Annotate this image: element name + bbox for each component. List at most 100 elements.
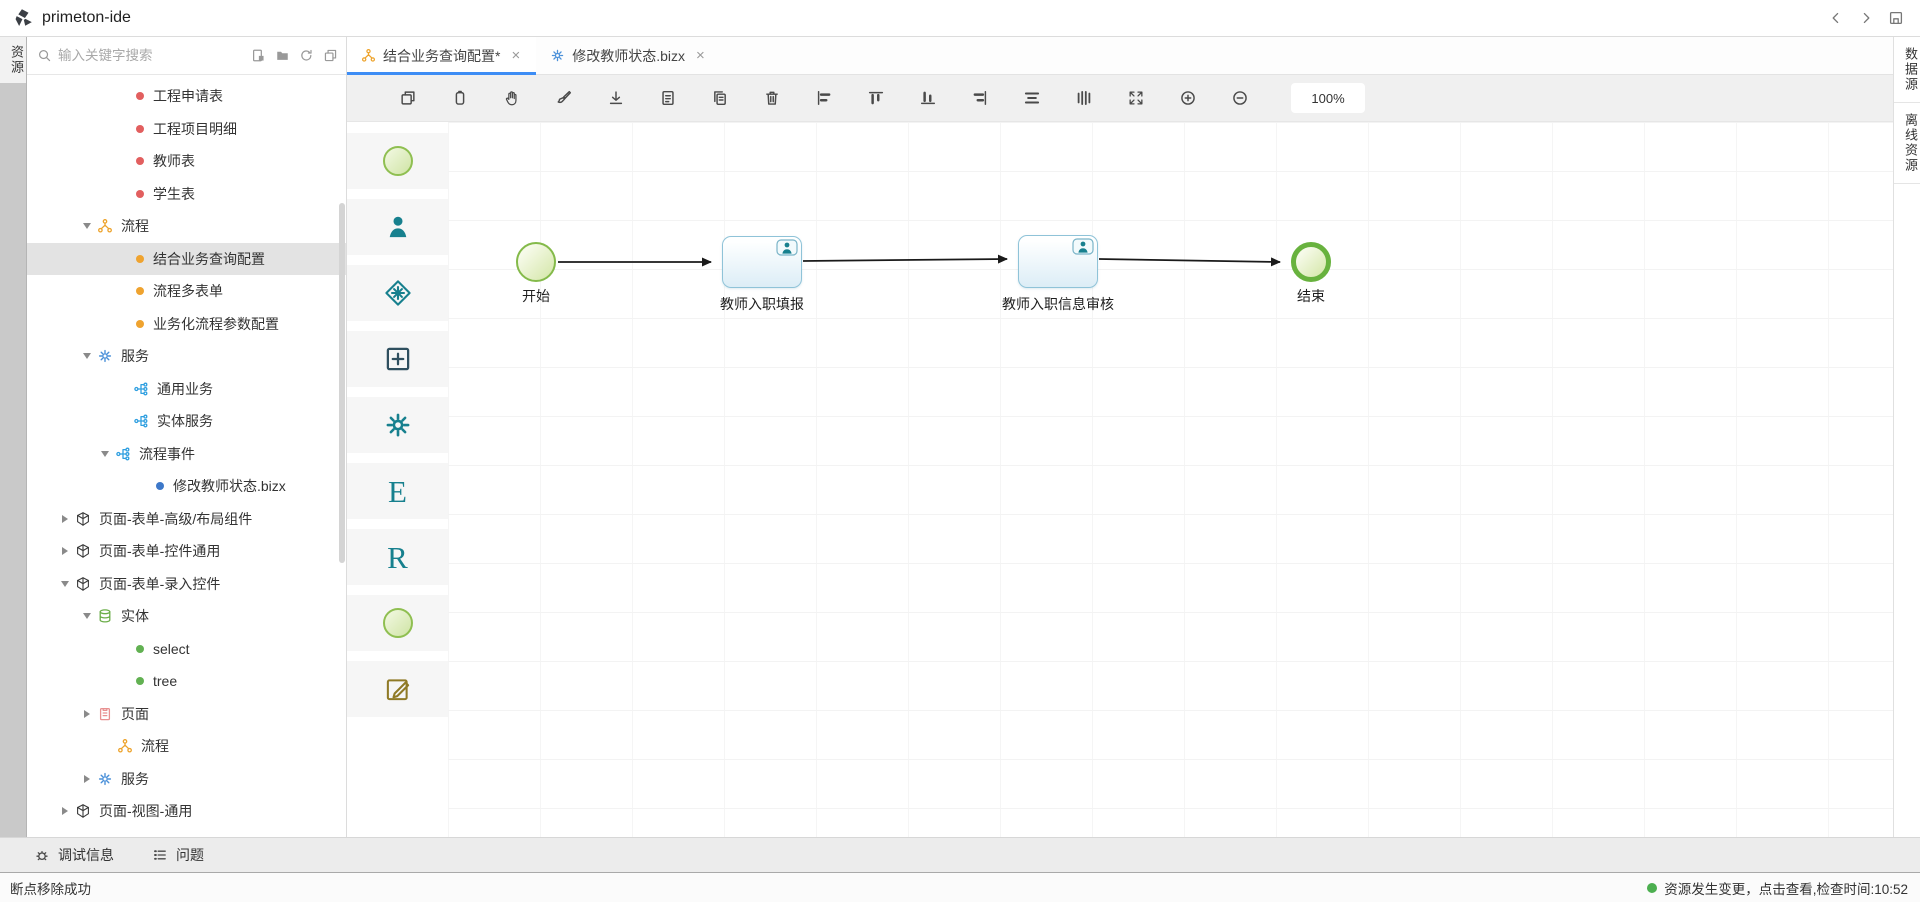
tree-item[interactable]: 服务 <box>27 340 346 373</box>
palette-service-task[interactable] <box>347 397 448 453</box>
search-input[interactable] <box>58 48 251 63</box>
bottom-tab[interactable]: 问题 <box>152 845 204 865</box>
duplicate-button[interactable] <box>711 89 729 107</box>
palette-start-event[interactable] <box>347 133 448 189</box>
flow-node-user-task[interactable] <box>1018 235 1098 288</box>
flow-edge[interactable] <box>803 259 1007 261</box>
flow-node-label: 教师入职填报 <box>720 294 804 314</box>
tree-scrollbar[interactable] <box>339 203 345 563</box>
palette-end-event[interactable] <box>347 595 448 651</box>
no-arrow <box>117 154 132 169</box>
tree-item[interactable]: 服务 <box>27 763 346 796</box>
tree-item[interactable]: 工程项目明细 <box>27 113 346 146</box>
tree-item[interactable]: 结合业务查询配置 <box>27 243 346 276</box>
tree-item[interactable]: 实体 <box>27 600 346 633</box>
tree-item[interactable]: 页面-表单-控件通用 <box>27 535 346 568</box>
app-logo-icon <box>12 7 34 29</box>
flow-node-start-event[interactable] <box>516 242 556 282</box>
resource-change-message[interactable]: 资源发生变更，点击查看,检查时间:10:52 <box>1664 878 1908 898</box>
forward-icon[interactable] <box>1858 10 1874 26</box>
zoom-level-indicator[interactable]: 100% <box>1291 83 1365 113</box>
tree-expand-arrow[interactable] <box>57 544 72 559</box>
tree-expand-arrow[interactable] <box>57 576 72 591</box>
tree-expand-arrow[interactable] <box>57 511 72 526</box>
document-button[interactable] <box>659 89 677 107</box>
tree-item[interactable]: select <box>27 633 346 666</box>
no-arrow <box>117 316 132 331</box>
tree-item-label: 实体服务 <box>157 411 213 431</box>
tree-expand-arrow[interactable] <box>79 706 94 721</box>
tree-item[interactable]: 流程多表单 <box>27 275 346 308</box>
align-left-button[interactable] <box>815 89 833 107</box>
tree-expand-arrow[interactable] <box>79 609 94 624</box>
flow-node-user-task[interactable] <box>722 236 802 288</box>
tree-item[interactable]: 页面-表单-高级/布局组件 <box>27 503 346 536</box>
palette-gateway[interactable] <box>347 265 448 321</box>
zoom-out-button[interactable] <box>1231 89 1249 107</box>
locate-file-icon[interactable] <box>251 48 266 63</box>
editor-tab-bar: 结合业务查询配置*×修改教师状态.bizx× <box>347 37 1893 75</box>
pan-hand-button[interactable] <box>503 89 521 107</box>
tree-item[interactable]: 页面 <box>27 698 346 731</box>
collapse-all-icon[interactable] <box>323 48 338 63</box>
close-tab-icon[interactable]: × <box>511 47 520 64</box>
tree-expand-arrow[interactable] <box>57 804 72 819</box>
palette-edit-node[interactable] <box>347 661 448 717</box>
tree-item-label: 服务 <box>121 346 149 366</box>
rail-tab-resources[interactable]: 资源 <box>0 37 26 83</box>
resource-explorer: 工程申请表工程项目明细教师表学生表流程结合业务查询配置流程多表单业务化流程参数配… <box>27 37 347 837</box>
tree-item[interactable]: 通用业务 <box>27 373 346 406</box>
rail-tab-offline-resources[interactable]: 离线资源 <box>1894 103 1920 184</box>
palette-user-task[interactable] <box>347 199 448 255</box>
tree-item[interactable]: 工程申请表 <box>27 80 346 113</box>
flow-edge[interactable] <box>1099 259 1280 262</box>
palette-rule-r[interactable]: R <box>347 529 448 585</box>
tree-item[interactable]: 页面-表单-录入控件 <box>27 568 346 601</box>
tree-item[interactable]: tree <box>27 665 346 698</box>
tree-expand-arrow[interactable] <box>79 771 94 786</box>
bottom-tab-label: 调试信息 <box>58 845 114 865</box>
rail-tab-datasource[interactable]: 数据源 <box>1894 37 1920 103</box>
no-arrow <box>117 251 132 266</box>
align-bottom-button[interactable] <box>919 89 937 107</box>
editor-tab[interactable]: 修改教师状态.bizx× <box>536 37 721 74</box>
tree-item[interactable]: 业务化流程参数配置 <box>27 308 346 341</box>
distribute-vertical-button[interactable] <box>1075 89 1093 107</box>
tree-item[interactable]: 教师表 <box>27 145 346 178</box>
save-layout-icon[interactable] <box>1888 10 1904 26</box>
tree-item[interactable]: 页面-视图-通用 <box>27 795 346 828</box>
new-folder-icon[interactable] <box>275 48 290 63</box>
tree-item[interactable]: 学生表 <box>27 178 346 211</box>
fit-screen-button[interactable] <box>1127 89 1145 107</box>
tree-item[interactable]: 流程 <box>27 730 346 763</box>
flow-node-end-event[interactable] <box>1291 242 1331 282</box>
refresh-icon[interactable] <box>299 48 314 63</box>
no-arrow <box>117 121 132 136</box>
align-right-button[interactable] <box>971 89 989 107</box>
paste-button[interactable] <box>451 89 469 107</box>
palette-add-node[interactable] <box>347 331 448 387</box>
align-center-button[interactable] <box>1023 89 1041 107</box>
dot-icon <box>136 677 144 685</box>
bottom-tab[interactable]: 调试信息 <box>34 845 114 865</box>
delete-button[interactable] <box>763 89 781 107</box>
download-button[interactable] <box>607 89 625 107</box>
copy-button[interactable] <box>399 89 417 107</box>
edit-node-icon <box>383 674 413 704</box>
back-icon[interactable] <box>1828 10 1844 26</box>
tree-item[interactable]: 修改教师状态.bizx <box>27 470 346 503</box>
tree-expand-arrow[interactable] <box>79 349 94 364</box>
close-tab-icon[interactable]: × <box>696 47 705 64</box>
tree-expand-arrow[interactable] <box>79 219 94 234</box>
diagram-canvas[interactable]: 开始教师入职填报教师入职信息审核结束 <box>448 122 1893 837</box>
tree-item[interactable]: 流程事件 <box>27 438 346 471</box>
palette-event-e[interactable]: E <box>347 463 448 519</box>
tree-item-label: 流程 <box>141 736 169 756</box>
editor-tab[interactable]: 结合业务查询配置*× <box>347 37 536 74</box>
brush-button[interactable] <box>555 89 573 107</box>
tree-item[interactable]: 流程 <box>27 210 346 243</box>
tree-expand-arrow[interactable] <box>97 446 112 461</box>
tree-item[interactable]: 实体服务 <box>27 405 346 438</box>
align-top-button[interactable] <box>867 89 885 107</box>
zoom-in-button[interactable] <box>1179 89 1197 107</box>
